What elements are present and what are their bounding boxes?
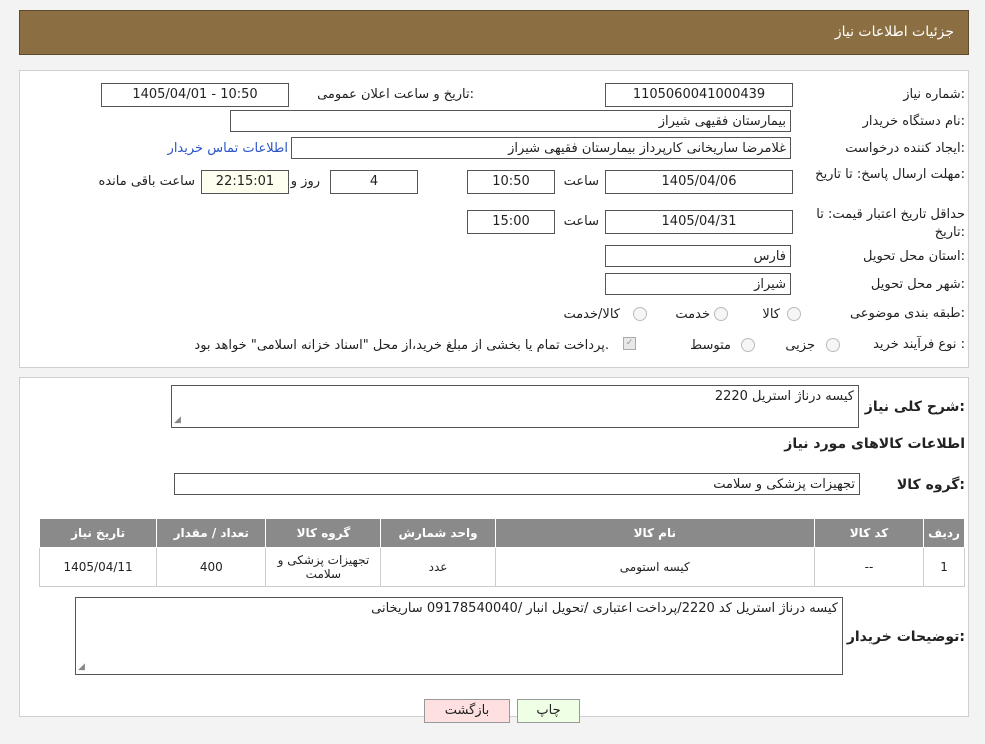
col-group-header: گروه کالا xyxy=(265,518,382,548)
buyer-notes-value: کیسه درناژ استریل کد 2220/پرداخت اعتباری… xyxy=(371,601,838,616)
requester-field: غلامرضا ساریخانی کارپرداز بیمارستان فقیه… xyxy=(291,137,791,159)
city-field: شیراز xyxy=(605,273,791,295)
cell-name: کیسه استومی xyxy=(494,547,815,587)
cell-group: تجهیزات پزشکی و سلامت xyxy=(265,547,382,587)
category-goods-label: کالا xyxy=(762,307,780,322)
col-row-header: ردیف xyxy=(923,518,965,548)
page-title: جزئیات اطلاعات نیاز xyxy=(834,24,954,40)
cell-qty: 400 xyxy=(156,547,267,587)
cell-row: 1 xyxy=(923,547,965,587)
buyer-contact-link[interactable]: اطلاعات تماس خریدار xyxy=(168,141,288,156)
buyer-org-label: نام دستگاه خریدار: xyxy=(862,114,965,129)
summary-field: کیسه درناژ استریل 2220 ◢ xyxy=(171,385,859,428)
reply-date-field: 1405/04/06 xyxy=(605,170,793,194)
reply-time-label: ساعت xyxy=(563,174,599,189)
validity-time-field: 15:00 xyxy=(467,210,555,234)
cell-date: 1405/04/11 xyxy=(38,547,158,587)
day-and-label: روز و xyxy=(290,174,320,189)
back-button[interactable]: بازگشت xyxy=(424,699,510,723)
col-qty-header: تعداد / مقدار xyxy=(156,518,267,548)
treasury-checkbox[interactable]: ✓ xyxy=(623,337,636,350)
province-field: فارس xyxy=(605,245,791,267)
announce-datetime-field: 1405/04/01 - 10:50 xyxy=(101,83,289,107)
goods-group-field: تجهیزات پزشکی و سلامت xyxy=(174,473,860,495)
category-service-radio[interactable] xyxy=(714,307,728,321)
cell-code: -- xyxy=(813,547,925,587)
buyer-org-field: بیمارستان فقیهی شیراز xyxy=(230,110,791,132)
payment-note: پرداخت تمام یا بخشی از مبلغ خرید،از محل … xyxy=(194,338,609,353)
table-row: 1 -- کیسه استومی عدد تجهیزات پزشکی و سلا… xyxy=(38,547,965,587)
cell-unit: عدد xyxy=(380,547,496,587)
summary-value: کیسه درناژ استریل 2220 xyxy=(714,389,854,404)
purchase-minor-radio[interactable] xyxy=(826,338,840,352)
col-date-header: تاریخ نیاز xyxy=(38,518,158,548)
requester-label: ایجاد کننده درخواست: xyxy=(845,141,965,156)
buyer-notes-field: کیسه درناژ استریل کد 2220/پرداخت اعتباری… xyxy=(75,597,843,675)
goods-info-title: اطلاعات کالاهای مورد نیاز xyxy=(784,436,965,452)
city-label: شهر محل تحویل: xyxy=(870,277,965,292)
buyer-notes-label: توضیحات خریدار: xyxy=(846,629,965,645)
reply-time-field: 10:50 xyxy=(467,170,555,194)
category-goods-service-radio[interactable] xyxy=(633,307,647,321)
purchase-medium-label: متوسط xyxy=(690,338,731,353)
purchase-minor-label: جزیی xyxy=(785,338,815,353)
category-goods-radio[interactable] xyxy=(787,307,801,321)
page-header: جزئیات اطلاعات نیاز xyxy=(19,10,969,55)
price-validity-label: حداقل تاریخ اعتبار قیمت: تا تاریخ: xyxy=(816,207,965,240)
province-label: استان محل تحویل: xyxy=(863,249,965,264)
category-goods-service-label: کالا/خدمت xyxy=(563,307,620,322)
reply-days-field: 4 xyxy=(330,170,418,194)
purchase-medium-radio[interactable] xyxy=(741,338,755,352)
goods-group-label: گروه کالا: xyxy=(896,477,965,493)
remaining-label: ساعت باقی مانده xyxy=(98,174,195,189)
remaining-time-field: 22:15:01 xyxy=(201,170,289,194)
resize-grip-icon[interactable]: ◢ xyxy=(174,415,181,425)
need-number-field: 1105060041000439 xyxy=(605,83,793,107)
category-service-label: خدمت xyxy=(675,307,710,322)
validity-time-label: ساعت xyxy=(563,214,599,229)
purchase-type-label: نوع فرآیند خرید : xyxy=(873,337,965,352)
category-label: طبقه بندی موضوعی: xyxy=(849,306,965,321)
col-name-header: نام کالا xyxy=(494,518,815,548)
need-number-label: شماره نیاز: xyxy=(903,87,965,102)
goods-table-header: ردیف کد کالا نام کالا واحد شمارش گروه کا… xyxy=(38,518,965,548)
col-code-header: کد کالا xyxy=(813,518,925,548)
goods-table: ردیف کد کالا نام کالا واحد شمارش گروه کا… xyxy=(38,518,965,587)
summary-label: شرح کلی نیاز: xyxy=(864,399,965,415)
resize-grip-icon[interactable]: ◢ xyxy=(78,662,85,672)
col-unit-header: واحد شمارش xyxy=(380,518,496,548)
announce-datetime-label: تاریخ و ساعت اعلان عمومی: xyxy=(317,87,474,102)
print-button[interactable]: چاپ xyxy=(517,699,580,723)
reply-deadline-label: مهلت ارسال پاسخ: تا تاریخ: xyxy=(815,167,965,182)
validity-date-field: 1405/04/31 xyxy=(605,210,793,234)
